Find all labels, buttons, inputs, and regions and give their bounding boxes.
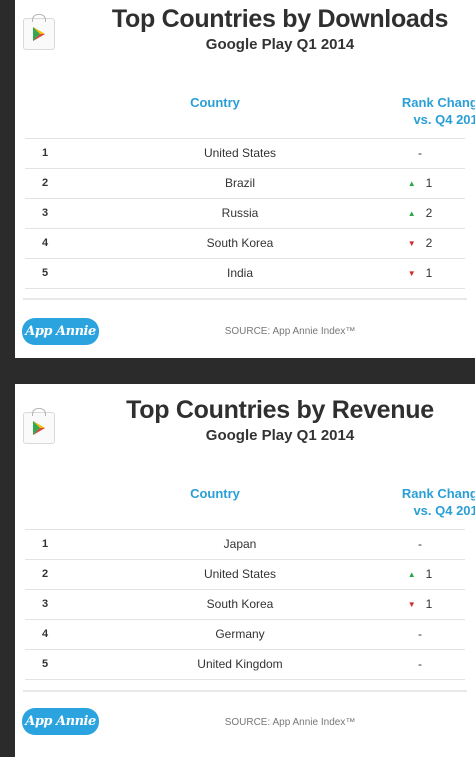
divider [23,298,467,300]
country-cell: United States [203,146,277,160]
triangle-up-icon: ▲ [407,209,416,218]
table-row: 5 India ▼ 1 [25,259,465,289]
google-play-bag-icon [23,408,55,444]
table-row: 2 United States ▲ 1 [25,560,465,590]
rank-change-cell: ▲ 1 [385,169,455,198]
revenue-table: 1 Japan -2 United States ▲ 1 3 South Korea ▼ 1 4 Ge… [25,529,465,680]
chart-title: Top Countries by Revenue [126,396,434,424]
table-row: 2 Brazil ▲ 1 [25,169,465,199]
triangle-up-icon: ▲ [407,179,416,188]
rank-change-cell: ▼ 1 [385,259,455,288]
rank-change-value: - [418,627,422,641]
country-cell: Germany [215,627,265,641]
rank-change-cell: - [385,530,455,559]
rank-change-value: - [418,537,422,551]
country-cell: Japan [223,537,257,551]
rank-change-value: 2 [425,206,433,220]
rank-change-cell: - [385,620,455,649]
rank-cell: 5 [42,267,49,279]
rank-cell: 3 [42,598,49,610]
rank-change-header-line1: Rank Change [401,95,475,110]
rank-change-value: - [418,146,422,160]
rank-change-value: 2 [425,236,433,250]
rank-change-column-header: Rank Change vs. Q4 2013 [345,94,475,128]
country-column-header: Country [190,486,240,501]
country-cell: India [226,266,254,280]
app-annie-logo: App Annie [22,318,99,345]
table-row: 1 United States - [25,139,465,169]
google-play-bag-icon [23,14,55,50]
rank-change-header-line2: vs. Q4 2013 [413,503,475,518]
table-row: 4 South Korea ▼ 2 [25,229,465,259]
downloads-table: 1 United States -2 Brazil ▲ 1 3 Russia ▲ 2 4 South … [25,138,465,289]
rank-change-header-line1: Rank Change [401,486,475,501]
rank-change-cell: ▲ 1 [385,560,455,589]
rank-change-value: 1 [425,266,433,280]
rank-cell: 2 [42,568,49,580]
triangle-up-icon: ▲ [407,570,416,579]
table-row: 3 South Korea ▼ 1 [25,590,465,620]
table-row: 5 United Kingdom - [25,650,465,680]
table-row: 3 Russia ▲ 2 [25,199,465,229]
rank-cell: 1 [42,538,49,550]
table-row: 4 Germany - [25,620,465,650]
rank-change-value: - [418,657,422,671]
country-cell: Brazil [224,176,255,190]
rank-cell: 1 [42,147,49,159]
country-cell: United States [203,567,277,581]
triangle-down-icon: ▼ [407,239,416,248]
country-column-header: Country [190,95,240,110]
rank-change-header-line2: vs. Q4 2013 [413,112,475,127]
rank-change-cell: - [385,650,455,679]
rank-cell: 4 [42,237,49,249]
downloads-panel: Top Countries by Downloads Google Play Q… [15,0,475,358]
rank-change-cell: ▼ 2 [385,229,455,258]
rank-change-cell: ▼ 1 [385,590,455,619]
rank-cell: 3 [42,207,49,219]
revenue-panel: Top Countries by Revenue Google Play Q1 … [15,384,475,757]
divider [23,690,467,692]
rank-change-value: 1 [425,176,433,190]
source-note: SOURCE: App Annie Index™ [224,326,356,337]
source-note: SOURCE: App Annie Index™ [224,717,356,728]
country-cell: South Korea [206,597,274,611]
rank-cell: 4 [42,628,49,640]
chart-title: Top Countries by Downloads [111,5,449,33]
chart-subtitle: Google Play Q1 2014 [205,427,355,444]
rank-change-column-header: Rank Change vs. Q4 2013 [345,485,475,519]
country-cell: United Kingdom [197,657,283,671]
triangle-down-icon: ▼ [407,269,416,278]
rank-cell: 2 [42,177,49,189]
chart-subtitle: Google Play Q1 2014 [205,36,355,53]
triangle-down-icon: ▼ [407,600,416,609]
table-row: 1 Japan - [25,530,465,560]
rank-cell: 5 [42,658,49,670]
rank-change-cell: ▲ 2 [385,199,455,228]
country-cell: Russia [221,206,259,220]
country-cell: South Korea [206,236,274,250]
rank-change-value: 1 [425,567,433,581]
rank-change-cell: - [385,139,455,168]
rank-change-value: 1 [425,597,433,611]
app-annie-logo: App Annie [22,708,99,735]
